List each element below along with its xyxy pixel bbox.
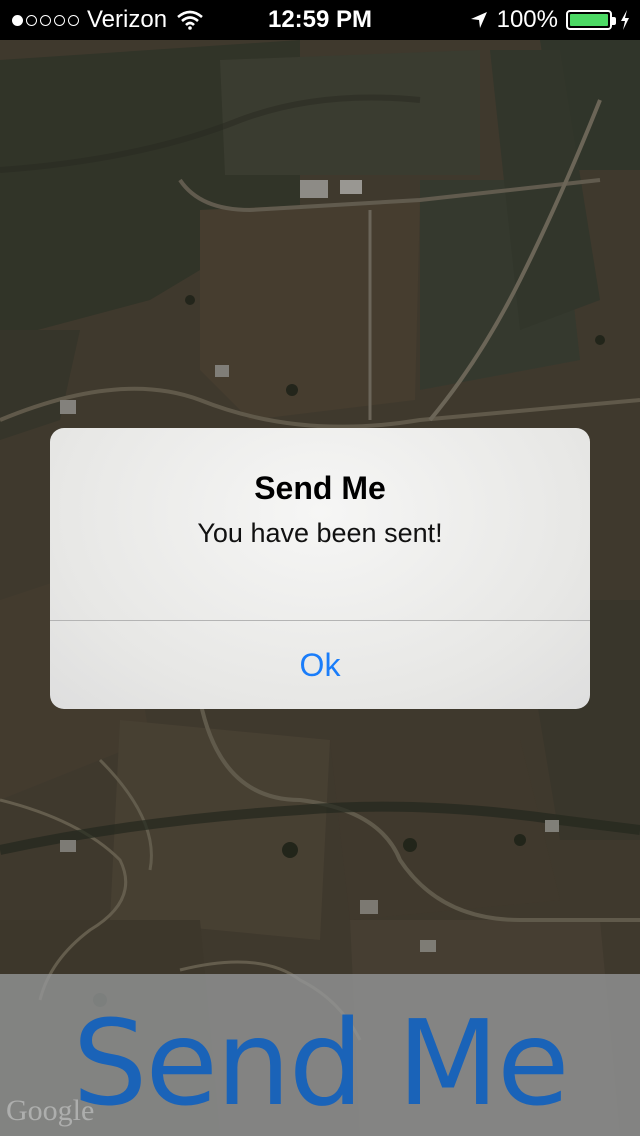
alert-message: You have been sent!: [197, 518, 443, 548]
google-watermark: Google: [6, 1094, 95, 1127]
battery-nub: [612, 17, 616, 25]
alert-title: Send Me: [254, 470, 386, 506]
battery-icon: [566, 10, 616, 30]
send-me-bar[interactable]: Send Me: [0, 974, 640, 1136]
send-me-button[interactable]: Send Me: [0, 994, 640, 1132]
alert-dialog: Send Me You have been sent! Ok: [50, 428, 590, 709]
alert-ok-button[interactable]: Ok: [50, 621, 590, 709]
status-right: 100%: [469, 6, 630, 34]
status-bar: Verizon 12:59 PM 100%: [0, 0, 640, 40]
location-arrow-icon: [470, 12, 487, 28]
charging-bolt-icon: [621, 10, 629, 30]
battery-percentage: 100%: [496, 6, 558, 33]
battery-fill: [570, 14, 608, 26]
